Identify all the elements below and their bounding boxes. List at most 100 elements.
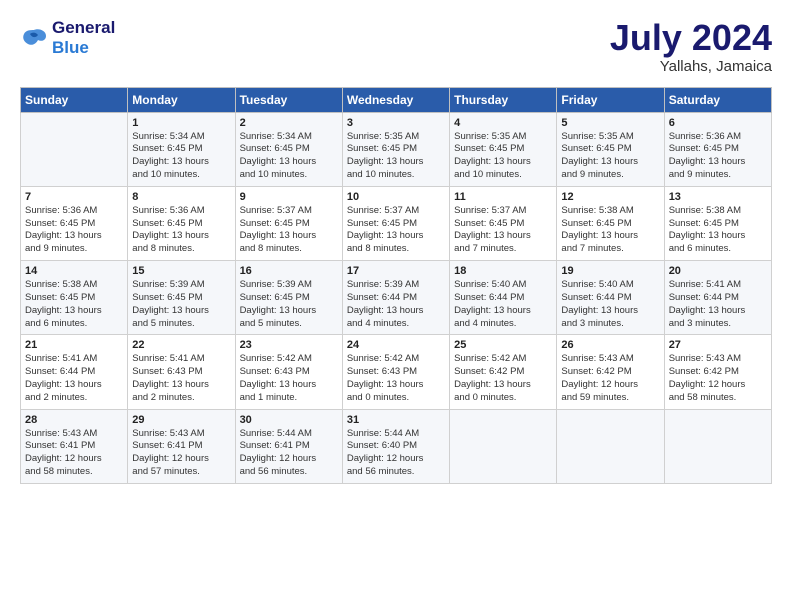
cell-w1-d6: 5 Sunrise: 5:35 AMSunset: 6:45 PMDaylight… (557, 112, 664, 186)
day-number: 14 (25, 265, 123, 277)
day-number: 28 (25, 414, 123, 426)
cell-w5-d5 (450, 409, 557, 483)
day-number: 29 (132, 414, 230, 426)
cell-info: Sunrise: 5:38 AMSunset: 6:45 PMDaylight:… (25, 279, 123, 330)
cell-w3-d5: 18 Sunrise: 5:40 AMSunset: 6:44 PMDayligh… (450, 261, 557, 335)
cell-info: Sunrise: 5:39 AMSunset: 6:45 PMDaylight:… (240, 279, 338, 330)
cell-info: Sunrise: 5:39 AMSunset: 6:44 PMDaylight:… (347, 279, 445, 330)
col-saturday: Saturday (664, 87, 771, 112)
cell-info: Sunrise: 5:40 AMSunset: 6:44 PMDaylight:… (561, 279, 659, 330)
day-number: 8 (132, 191, 230, 203)
day-number: 3 (347, 117, 445, 129)
cell-w5-d6 (557, 409, 664, 483)
cell-info: Sunrise: 5:34 AMSunset: 6:45 PMDaylight:… (240, 131, 338, 182)
cell-info: Sunrise: 5:34 AMSunset: 6:45 PMDaylight:… (132, 131, 230, 182)
cell-w3-d6: 19 Sunrise: 5:40 AMSunset: 6:44 PMDayligh… (557, 261, 664, 335)
cell-info: Sunrise: 5:42 AMSunset: 6:42 PMDaylight:… (454, 353, 552, 404)
cell-w3-d1: 14 Sunrise: 5:38 AMSunset: 6:45 PMDayligh… (21, 261, 128, 335)
col-thursday: Thursday (450, 87, 557, 112)
title-block: July 2024 Yallahs, Jamaica (610, 18, 772, 75)
day-number: 6 (669, 117, 767, 129)
day-number: 1 (132, 117, 230, 129)
cell-w2-d4: 10 Sunrise: 5:37 AMSunset: 6:45 PMDayligh… (342, 186, 449, 260)
day-number: 26 (561, 339, 659, 351)
day-number: 18 (454, 265, 552, 277)
cell-w2-d6: 12 Sunrise: 5:38 AMSunset: 6:45 PMDayligh… (557, 186, 664, 260)
day-number: 25 (454, 339, 552, 351)
cell-w5-d2: 29 Sunrise: 5:43 AMSunset: 6:41 PMDayligh… (128, 409, 235, 483)
day-number: 20 (669, 265, 767, 277)
cell-w1-d5: 4 Sunrise: 5:35 AMSunset: 6:45 PMDaylight… (450, 112, 557, 186)
day-number: 7 (25, 191, 123, 203)
cell-w5-d7 (664, 409, 771, 483)
page: General Blue July 2024 Yallahs, Jamaica … (0, 0, 792, 494)
cell-info: Sunrise: 5:35 AMSunset: 6:45 PMDaylight:… (561, 131, 659, 182)
cell-info: Sunrise: 5:43 AMSunset: 6:42 PMDaylight:… (561, 353, 659, 404)
logo-icon (20, 26, 48, 50)
header: General Blue July 2024 Yallahs, Jamaica (20, 18, 772, 75)
logo: General Blue (20, 18, 115, 57)
week-row-3: 14 Sunrise: 5:38 AMSunset: 6:45 PMDayligh… (21, 261, 772, 335)
cell-info: Sunrise: 5:42 AMSunset: 6:43 PMDaylight:… (347, 353, 445, 404)
calendar-table: Sunday Monday Tuesday Wednesday Thursday… (20, 87, 772, 484)
cell-w3-d4: 17 Sunrise: 5:39 AMSunset: 6:44 PMDayligh… (342, 261, 449, 335)
cell-w2-d7: 13 Sunrise: 5:38 AMSunset: 6:45 PMDayligh… (664, 186, 771, 260)
week-row-4: 21Sunrise: 5:41 AMSunset: 6:44 PMDayligh… (21, 335, 772, 409)
day-number: 30 (240, 414, 338, 426)
day-number: 11 (454, 191, 552, 203)
week-row-1: 1 Sunrise: 5:34 AMSunset: 6:45 PMDaylight… (21, 112, 772, 186)
cell-w2-d3: 9Sunrise: 5:37 AMSunset: 6:45 PMDaylight… (235, 186, 342, 260)
cell-info: Sunrise: 5:35 AMSunset: 6:45 PMDaylight:… (454, 131, 552, 182)
cell-info: Sunrise: 5:37 AMSunset: 6:45 PMDaylight:… (240, 205, 338, 256)
col-friday: Friday (557, 87, 664, 112)
day-number: 4 (454, 117, 552, 129)
cell-w2-d2: 8 Sunrise: 5:36 AMSunset: 6:45 PMDaylight… (128, 186, 235, 260)
day-number: 27 (669, 339, 767, 351)
day-number: 13 (669, 191, 767, 203)
cell-w3-d7: 20Sunrise: 5:41 AMSunset: 6:44 PMDayligh… (664, 261, 771, 335)
cell-info: Sunrise: 5:35 AMSunset: 6:45 PMDaylight:… (347, 131, 445, 182)
cell-w5-d3: 30 Sunrise: 5:44 AMSunset: 6:41 PMDayligh… (235, 409, 342, 483)
col-sunday: Sunday (21, 87, 128, 112)
col-monday: Monday (128, 87, 235, 112)
col-tuesday: Tuesday (235, 87, 342, 112)
cell-info: Sunrise: 5:43 AMSunset: 6:42 PMDaylight:… (669, 353, 767, 404)
cell-info: Sunrise: 5:43 AMSunset: 6:41 PMDaylight:… (25, 428, 123, 479)
cell-w1-d4: 3 Sunrise: 5:35 AMSunset: 6:45 PMDaylight… (342, 112, 449, 186)
cell-w3-d2: 15Sunrise: 5:39 AMSunset: 6:45 PMDayligh… (128, 261, 235, 335)
cell-info: Sunrise: 5:40 AMSunset: 6:44 PMDaylight:… (454, 279, 552, 330)
cell-info: Sunrise: 5:39 AMSunset: 6:45 PMDaylight:… (132, 279, 230, 330)
col-wednesday: Wednesday (342, 87, 449, 112)
cell-info: Sunrise: 5:42 AMSunset: 6:43 PMDaylight:… (240, 353, 338, 404)
day-number: 16 (240, 265, 338, 277)
cell-info: Sunrise: 5:36 AMSunset: 6:45 PMDaylight:… (132, 205, 230, 256)
cell-w4-d1: 21Sunrise: 5:41 AMSunset: 6:44 PMDayligh… (21, 335, 128, 409)
cell-w2-d5: 11 Sunrise: 5:37 AMSunset: 6:45 PMDayligh… (450, 186, 557, 260)
day-number: 5 (561, 117, 659, 129)
cell-info: Sunrise: 5:41 AMSunset: 6:43 PMDaylight:… (132, 353, 230, 404)
cell-info: Sunrise: 5:44 AMSunset: 6:41 PMDaylight:… (240, 428, 338, 479)
cell-info: Sunrise: 5:37 AMSunset: 6:45 PMDaylight:… (347, 205, 445, 256)
cell-info: Sunrise: 5:37 AMSunset: 6:45 PMDaylight:… (454, 205, 552, 256)
cell-w4-d5: 25 Sunrise: 5:42 AMSunset: 6:42 PMDayligh… (450, 335, 557, 409)
main-title: July 2024 (610, 18, 772, 58)
cell-info: Sunrise: 5:36 AMSunset: 6:45 PMDaylight:… (669, 131, 767, 182)
day-number: 23 (240, 339, 338, 351)
cell-info: Sunrise: 5:38 AMSunset: 6:45 PMDaylight:… (561, 205, 659, 256)
cell-w2-d1: 7Sunrise: 5:36 AMSunset: 6:45 PMDaylight… (21, 186, 128, 260)
cell-w5-d4: 31Sunrise: 5:44 AMSunset: 6:40 PMDayligh… (342, 409, 449, 483)
cell-info: Sunrise: 5:43 AMSunset: 6:41 PMDaylight:… (132, 428, 230, 479)
day-number: 31 (347, 414, 445, 426)
cell-w3-d3: 16 Sunrise: 5:39 AMSunset: 6:45 PMDayligh… (235, 261, 342, 335)
day-number: 19 (561, 265, 659, 277)
day-number: 17 (347, 265, 445, 277)
day-number: 12 (561, 191, 659, 203)
logo-text: General Blue (52, 18, 115, 57)
cell-w4-d2: 22Sunrise: 5:41 AMSunset: 6:43 PMDayligh… (128, 335, 235, 409)
cell-info: Sunrise: 5:38 AMSunset: 6:45 PMDaylight:… (669, 205, 767, 256)
cell-w4-d7: 27 Sunrise: 5:43 AMSunset: 6:42 PMDayligh… (664, 335, 771, 409)
header-row: Sunday Monday Tuesday Wednesday Thursday… (21, 87, 772, 112)
cell-w1-d1 (21, 112, 128, 186)
cell-w1-d3: 2Sunrise: 5:34 AMSunset: 6:45 PMDaylight… (235, 112, 342, 186)
day-number: 10 (347, 191, 445, 203)
